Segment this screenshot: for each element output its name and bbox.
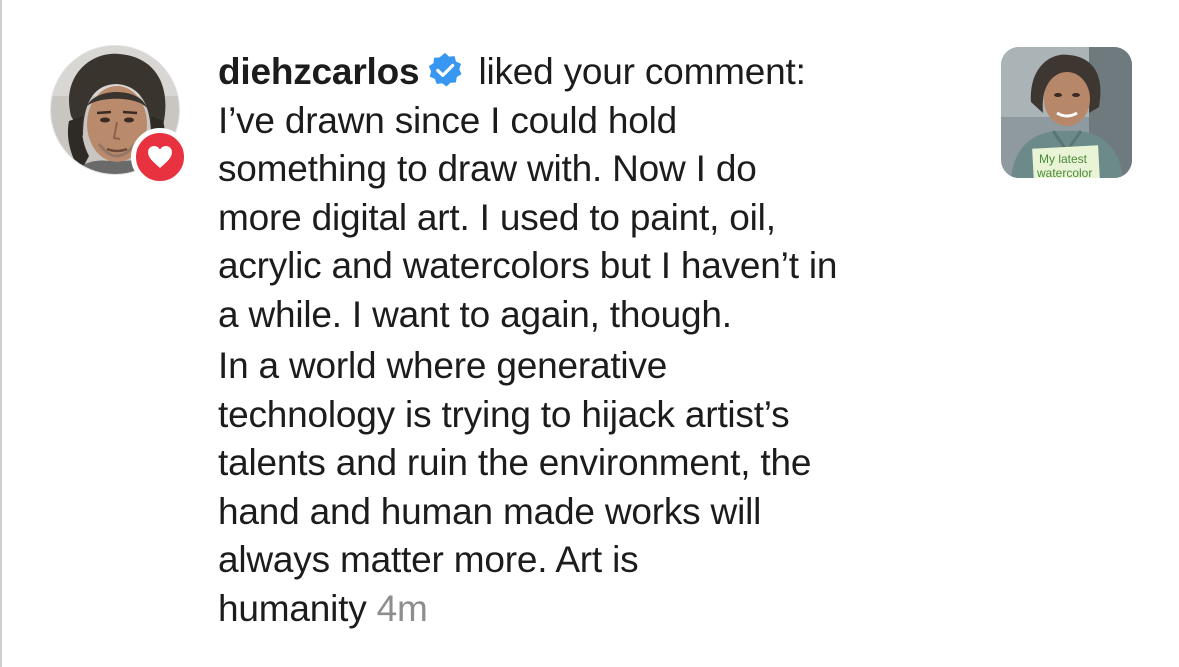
comment-line: acrylic and watercolors but I haven’t in: [218, 245, 838, 286]
timestamp: 4m: [376, 587, 428, 629]
like-notification-row[interactable]: diehzcarlos liked your comment: I’ve dra…: [0, 0, 1179, 667]
comment-line: In a world where generative: [218, 345, 668, 386]
action-text: liked your comment:: [468, 51, 806, 92]
comment-line: technology is trying to hijack artist’s: [218, 393, 790, 435]
notification-text[interactable]: diehzcarlos liked your comment: I’ve dra…: [218, 48, 978, 633]
comment-line: I’ve drawn since I could hold: [218, 99, 678, 141]
comment-line: talents and ruin the environment, the: [218, 442, 812, 483]
comment-line: hand and human made works will: [218, 490, 762, 532]
like-badge: [131, 128, 189, 186]
comment-line: more digital art. I used to paint, oil,: [218, 196, 776, 238]
comment-paragraph-1: diehzcarlos liked your comment: I’ve dra…: [218, 48, 978, 339]
comment-paragraph-2: In a world where generative technology i…: [218, 342, 978, 633]
heart-icon: [148, 146, 172, 168]
comment-line: something to draw with. Now I do: [218, 148, 757, 189]
comment-line: a while. I want to again, though.: [218, 293, 732, 335]
avatar-container[interactable]: [50, 45, 190, 186]
thumbnail-overlay-text-2: watercolor: [1036, 166, 1092, 178]
comment-line: always matter more. Art is: [218, 539, 639, 580]
post-thumbnail-image: My latest watercolor: [1001, 47, 1132, 178]
thumbnail-overlay-text-1: My latest: [1039, 152, 1088, 166]
post-thumbnail[interactable]: My latest watercolor: [1001, 47, 1132, 178]
verified-badge-icon: [429, 52, 462, 87]
username-link[interactable]: diehzcarlos: [218, 51, 420, 92]
comment-last-word: humanity: [218, 587, 367, 629]
